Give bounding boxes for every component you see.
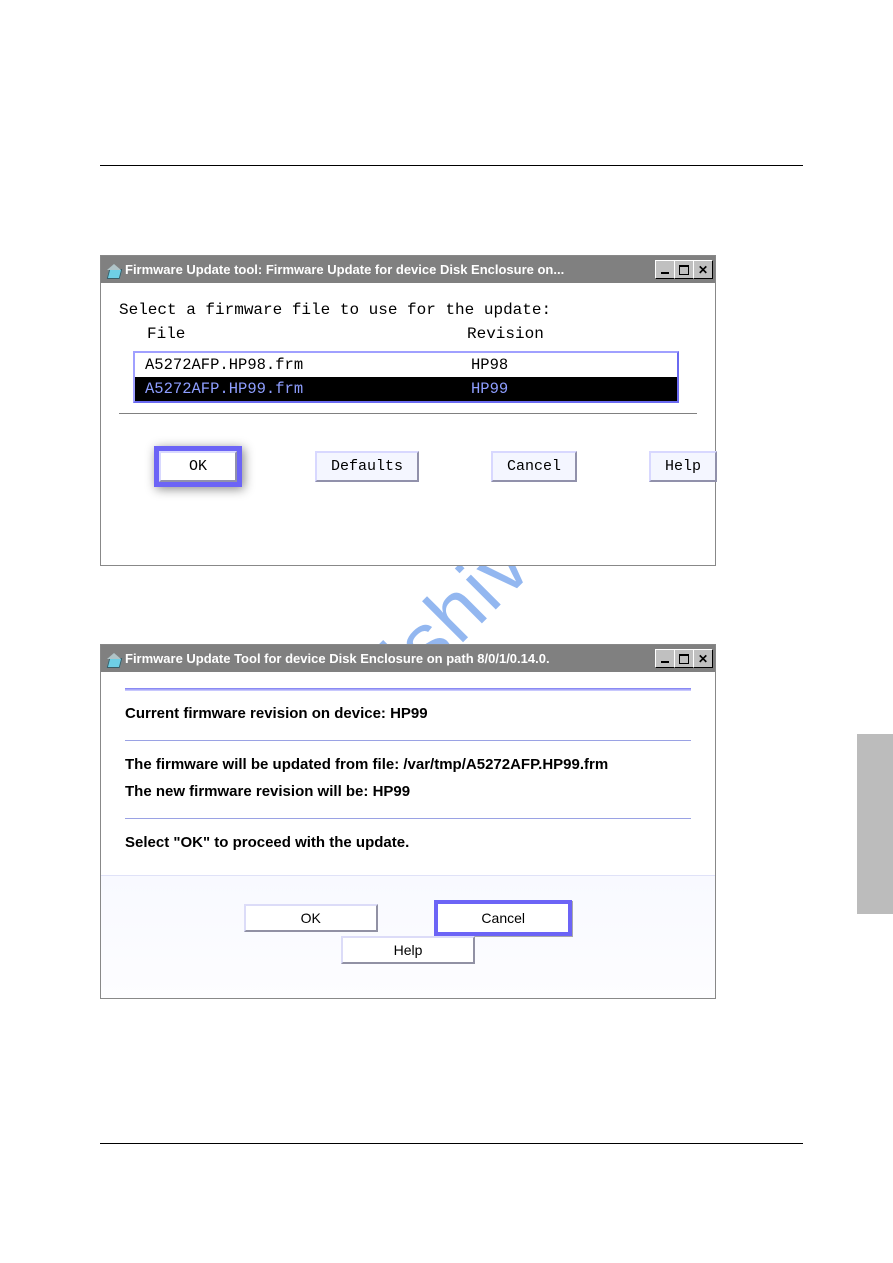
close-button[interactable]: ✕ xyxy=(693,649,713,668)
minimize-button[interactable] xyxy=(655,649,675,668)
proceed-instruction-label: Select "OK" to proceed with the update. xyxy=(125,834,691,851)
separator xyxy=(125,818,691,820)
app-icon xyxy=(105,262,121,278)
ok-button[interactable]: OK xyxy=(159,451,237,482)
dialog-select-firmware: Firmware Update tool: Firmware Update fo… xyxy=(100,255,716,566)
file-revision: HP98 xyxy=(471,356,667,374)
file-name: A5272AFP.HP99.frm xyxy=(145,380,471,398)
new-revision-label: The new firmware revision will be: HP99 xyxy=(125,783,691,800)
firmware-file-list[interactable]: A5272AFP.HP98.frm HP98 A5272AFP.HP99.frm… xyxy=(133,351,679,403)
titlebar[interactable]: Firmware Update Tool for device Disk Enc… xyxy=(101,645,715,672)
button-bar: OK Cancel Help xyxy=(101,875,715,998)
defaults-button[interactable]: Defaults xyxy=(315,451,419,482)
top-separator xyxy=(100,165,803,166)
list-item[interactable]: A5272AFP.HP99.frm HP99 xyxy=(135,377,677,401)
column-header-revision: Revision xyxy=(467,325,697,343)
separator xyxy=(125,688,691,691)
current-revision-label: Current firmware revision on device: HP9… xyxy=(125,705,691,722)
prompt-label: Select a firmware file to use for the up… xyxy=(119,301,697,319)
dialog-confirm-update: Firmware Update Tool for device Disk Enc… xyxy=(100,644,716,999)
maximize-button[interactable] xyxy=(674,649,694,668)
minimize-button[interactable] xyxy=(655,260,675,279)
from-file-label: The firmware will be updated from file: … xyxy=(125,756,691,773)
ok-button[interactable]: OK xyxy=(244,904,378,932)
column-header-file: File xyxy=(147,325,467,343)
file-name: A5272AFP.HP98.frm xyxy=(145,356,471,374)
window-title: Firmware Update Tool for device Disk Enc… xyxy=(125,651,656,666)
app-icon xyxy=(105,651,121,667)
separator xyxy=(119,413,697,415)
bottom-separator xyxy=(100,1143,803,1144)
file-revision: HP99 xyxy=(471,380,667,398)
maximize-button[interactable] xyxy=(674,260,694,279)
close-button[interactable]: ✕ xyxy=(693,260,713,279)
cancel-button[interactable]: Cancel xyxy=(434,900,572,936)
separator xyxy=(125,740,691,742)
help-button[interactable]: Help xyxy=(341,936,475,964)
titlebar[interactable]: Firmware Update tool: Firmware Update fo… xyxy=(101,256,715,283)
window-title: Firmware Update tool: Firmware Update fo… xyxy=(125,262,656,277)
help-button[interactable]: Help xyxy=(649,451,717,482)
cancel-button[interactable]: Cancel xyxy=(491,451,577,482)
list-item[interactable]: A5272AFP.HP98.frm HP98 xyxy=(135,353,677,377)
